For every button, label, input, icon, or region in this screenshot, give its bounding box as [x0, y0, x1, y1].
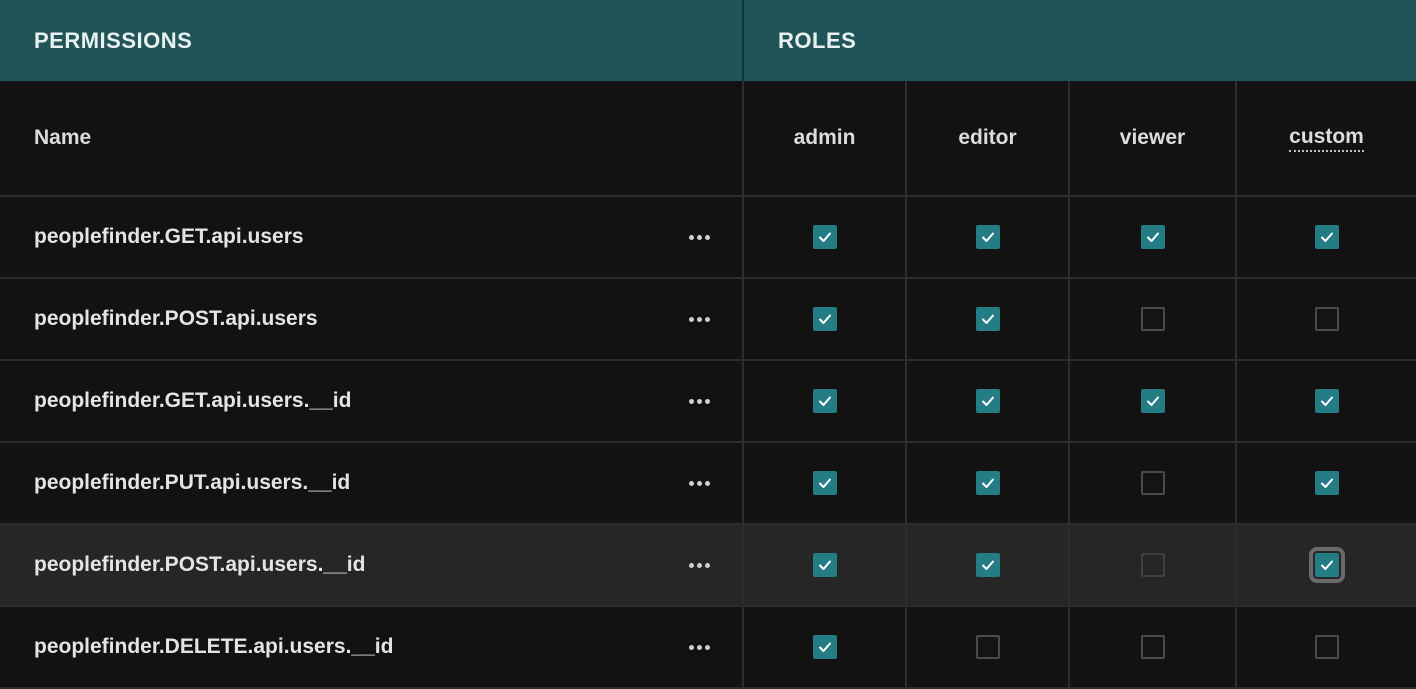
role-cell-admin	[744, 443, 907, 525]
checkmark-icon	[1320, 396, 1333, 406]
role-cell-editor	[907, 279, 1070, 361]
permission-name: peoplefinder.GET.api.users	[34, 225, 304, 248]
permission-row: peoplefinder.GET.api.users	[0, 197, 744, 279]
role-cell-admin	[744, 197, 907, 279]
checkmark-icon	[981, 560, 994, 570]
role-cell-admin	[744, 607, 907, 689]
permission-checkbox[interactable]	[975, 635, 1000, 659]
role-cell-admin	[744, 525, 907, 607]
name-column-label: Name	[34, 126, 92, 149]
checkmark-icon	[818, 314, 831, 324]
permission-row: peoplefinder.PUT.api.users.__id	[0, 443, 744, 525]
role-cell-editor	[907, 361, 1070, 443]
permission-checkbox[interactable]	[1140, 635, 1165, 659]
checkmark-icon	[1146, 232, 1159, 242]
role-cell-admin	[744, 279, 907, 361]
permission-checkbox[interactable]	[975, 471, 1000, 495]
role-column-label: admin	[793, 126, 856, 149]
permission-name: peoplefinder.DELETE.api.users.__id	[34, 635, 394, 658]
checkmark-icon	[981, 232, 994, 242]
permission-checkbox[interactable]	[1314, 389, 1339, 413]
permission-checkbox[interactable]	[1140, 471, 1165, 495]
permission-checkbox[interactable]	[1314, 471, 1339, 495]
column-header-admin[interactable]: admin	[744, 81, 907, 197]
permission-name: peoplefinder.POST.api.users.__id	[34, 553, 366, 576]
role-cell-viewer	[1070, 197, 1237, 279]
permission-checkbox[interactable]	[975, 553, 1000, 577]
more-options-icon[interactable]	[689, 639, 710, 656]
permission-checkbox[interactable]	[1140, 307, 1165, 331]
role-cell-custom	[1237, 279, 1416, 361]
role-cell-custom	[1237, 197, 1416, 279]
more-options-icon[interactable]	[689, 475, 710, 492]
permission-row: peoplefinder.POST.api.users	[0, 279, 744, 361]
permission-checkbox[interactable]	[975, 225, 1000, 249]
permission-checkbox[interactable]	[1314, 225, 1339, 249]
checkmark-icon	[1320, 232, 1333, 242]
role-cell-editor	[907, 525, 1070, 607]
permission-name: peoplefinder.PUT.api.users.__id	[34, 471, 351, 494]
role-cell-custom	[1237, 525, 1416, 607]
permission-checkbox[interactable]	[812, 307, 837, 331]
role-cell-viewer	[1070, 361, 1237, 443]
role-column-label: custom	[1289, 125, 1364, 152]
column-header-name[interactable]: Name	[0, 81, 744, 197]
more-options-icon[interactable]	[689, 557, 710, 574]
role-cell-viewer	[1070, 443, 1237, 525]
checkmark-icon	[818, 478, 831, 488]
role-cell-admin	[744, 361, 907, 443]
permission-checkbox[interactable]	[812, 635, 837, 659]
permission-checkbox[interactable]	[1314, 635, 1339, 659]
more-options-icon[interactable]	[689, 229, 710, 246]
column-header-viewer[interactable]: viewer	[1070, 81, 1237, 197]
permission-row: peoplefinder.GET.api.users.__id	[0, 361, 744, 443]
permission-checkbox[interactable]	[1140, 225, 1165, 249]
more-options-icon[interactable]	[689, 311, 710, 328]
role-cell-custom	[1237, 361, 1416, 443]
permission-checkbox[interactable]	[1314, 307, 1339, 331]
role-cell-editor	[907, 607, 1070, 689]
permission-name: peoplefinder.GET.api.users.__id	[34, 389, 352, 412]
permissions-title: PERMISSIONS	[34, 27, 193, 53]
permission-name: peoplefinder.POST.api.users	[34, 307, 318, 330]
checkmark-icon	[1320, 478, 1333, 488]
permissions-roles-table: PERMISSIONS ROLES Name admin editor view…	[0, 0, 1416, 689]
role-column-label: viewer	[1119, 126, 1186, 149]
role-cell-viewer	[1070, 525, 1237, 607]
roles-section-header: ROLES	[744, 0, 1416, 81]
permission-checkbox[interactable]	[1140, 389, 1165, 413]
checkmark-icon	[818, 560, 831, 570]
role-cell-editor	[907, 443, 1070, 525]
permission-checkbox[interactable]	[975, 307, 1000, 331]
permission-row: peoplefinder.DELETE.api.users.__id	[0, 607, 744, 689]
permission-checkbox[interactable]	[975, 389, 1000, 413]
column-header-editor[interactable]: editor	[907, 81, 1070, 197]
role-cell-custom	[1237, 443, 1416, 525]
permission-checkbox[interactable]	[1308, 547, 1345, 583]
role-cell-viewer	[1070, 607, 1237, 689]
role-cell-editor	[907, 197, 1070, 279]
checkmark-icon	[818, 396, 831, 406]
more-options-icon[interactable]	[689, 393, 710, 410]
permission-checkbox[interactable]	[812, 225, 837, 249]
permissions-section-header: PERMISSIONS	[0, 0, 744, 81]
checkmark-icon	[981, 478, 994, 488]
checkmark-icon	[981, 396, 994, 406]
permission-checkbox[interactable]	[812, 471, 837, 495]
column-header-custom[interactable]: custom	[1237, 81, 1416, 197]
permission-checkbox[interactable]	[812, 389, 837, 413]
checkmark-icon	[981, 314, 994, 324]
permission-checkbox[interactable]	[812, 553, 837, 577]
role-cell-custom	[1237, 607, 1416, 689]
checkmark-icon	[1146, 396, 1159, 406]
roles-title: ROLES	[778, 27, 857, 53]
role-cell-viewer	[1070, 279, 1237, 361]
permission-row: peoplefinder.POST.api.users.__id	[0, 525, 744, 607]
checkmark-icon	[818, 642, 831, 652]
checkmark-icon	[818, 232, 831, 242]
permission-checkbox[interactable]	[1140, 553, 1165, 577]
role-column-label: editor	[958, 126, 1017, 149]
checkmark-icon	[1320, 560, 1333, 570]
